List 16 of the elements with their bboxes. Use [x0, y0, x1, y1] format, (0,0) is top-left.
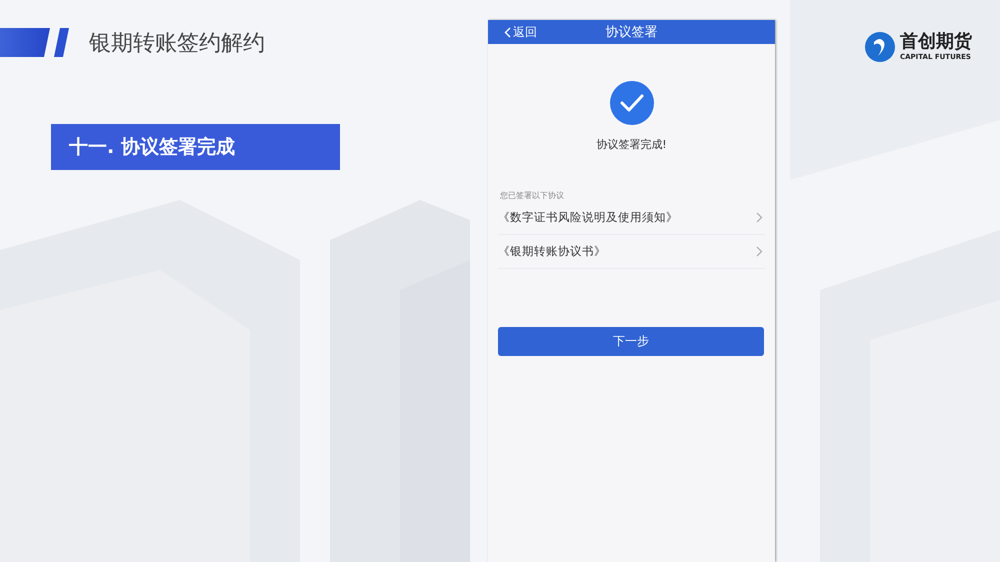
agreement-item[interactable]: 《银期转账协议书》: [498, 235, 765, 269]
check-circle-icon: [610, 81, 654, 125]
slide-title: 银期转账签约解约: [89, 30, 265, 58]
chevron-right-icon: [756, 246, 763, 257]
nav-title: 协议签署: [606, 24, 658, 41]
back-chevron-icon: [504, 26, 511, 38]
title-bar-decoration: [0, 28, 50, 57]
chevron-right-icon: [756, 212, 763, 223]
back-button[interactable]: 返回: [504, 20, 537, 44]
list-heading: 您已签署以下协议: [500, 190, 565, 201]
agreement-item[interactable]: 《数字证书风险说明及使用须知》: [498, 201, 765, 235]
logo-icon: [865, 32, 895, 62]
status-message: 协议签署完成!: [595, 137, 668, 152]
logo-name: 首创期货: [900, 33, 972, 51]
next-button[interactable]: 下一步: [498, 327, 764, 356]
section-heading: 十一. 协议签署完成: [51, 124, 340, 170]
